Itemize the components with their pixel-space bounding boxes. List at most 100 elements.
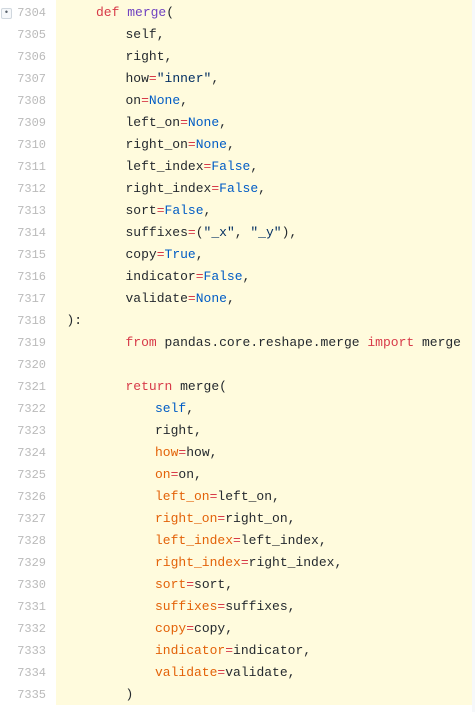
code-line: 7320	[0, 354, 475, 376]
code-text: sort=False,	[126, 200, 212, 222]
line-number[interactable]: 7322	[0, 398, 46, 420]
line-number[interactable]: 7309	[0, 112, 46, 134]
code-token: False	[164, 203, 204, 218]
code-text: self,	[155, 398, 194, 420]
line-number[interactable]: 7316	[0, 266, 46, 288]
code-token: on,	[178, 467, 202, 482]
code-token: ),	[281, 225, 298, 240]
code-token: copy	[155, 621, 187, 636]
line-number[interactable]: 7334	[0, 662, 46, 684]
line-number[interactable]: 7305	[0, 24, 46, 46]
code-token: right_on	[125, 137, 188, 152]
line-number[interactable]: 7320	[0, 354, 46, 376]
code-text: validate=validate,	[155, 662, 295, 684]
code-line: 7328 left_index=left_index,	[0, 530, 475, 552]
code-token: "inner"	[156, 71, 212, 86]
code-token: ,	[226, 291, 235, 306]
code-token: right_index	[155, 555, 241, 570]
code-token: None	[195, 137, 227, 152]
code-line: 7310 right_on=None,	[0, 134, 475, 156]
code-line: 7330 sort=sort,	[0, 574, 475, 596]
code-text: indicator=indicator,	[155, 640, 311, 662]
code-line: 7326 left_on=left_on,	[0, 486, 475, 508]
line-number[interactable]: 7306	[0, 46, 46, 68]
line-number[interactable]: 7312	[0, 178, 46, 200]
line-number[interactable]: 7327	[0, 508, 46, 530]
code-token: validate	[125, 291, 188, 306]
code-text: sort=sort,	[155, 574, 233, 596]
line-number[interactable]: 7335	[0, 684, 46, 706]
code-token: ):	[66, 313, 83, 328]
code-token: ,	[219, 115, 227, 130]
code-token: =	[211, 181, 220, 196]
line-number[interactable]: 7315	[0, 244, 46, 266]
code-token: (	[166, 5, 175, 20]
line-number[interactable]: 7313	[0, 200, 46, 222]
code-text: copy=True,	[126, 244, 204, 266]
code-text: right_on=None,	[126, 134, 235, 156]
code-token: suffixes	[125, 225, 188, 240]
line-number[interactable]: 7321	[0, 376, 46, 398]
line-number[interactable]: 7323	[0, 420, 46, 442]
line-number[interactable]: 7329	[0, 552, 46, 574]
line-number[interactable]: 7332	[0, 618, 46, 640]
code-token: on	[155, 467, 171, 482]
line-number[interactable]: 7307	[0, 68, 46, 90]
code-text: left_index=False,	[126, 156, 259, 178]
code-line: 7332 copy=copy,	[0, 618, 475, 640]
code-token: False	[211, 159, 251, 174]
code-viewer: • 7304 def merge(7305 self, 7306 right, 7307 ho…	[0, 0, 475, 712]
code-token: "_x"	[203, 225, 235, 240]
line-number[interactable]: 7310	[0, 134, 46, 156]
code-token: =	[156, 203, 165, 218]
code-token: left_on,	[217, 489, 280, 504]
code-line: 7325 on=on,	[0, 464, 475, 486]
code-line: 7313 sort=False,	[0, 200, 475, 222]
line-number[interactable]: 7317	[0, 288, 46, 310]
code-line: 7308 on=None,	[0, 90, 475, 112]
code-line: 7318):	[0, 310, 475, 332]
code-token: on	[125, 93, 142, 108]
code-token: =	[156, 247, 165, 262]
code-token: =	[186, 621, 195, 636]
code-token: ,	[226, 137, 235, 152]
line-number[interactable]: 7325	[0, 464, 46, 486]
code-token: def	[96, 5, 120, 20]
line-number[interactable]: 7324	[0, 442, 46, 464]
code-line: 7312 right_index=False,	[0, 178, 475, 200]
code-token: ,	[242, 269, 251, 284]
code-text: right_index=False,	[126, 178, 266, 200]
line-number[interactable]: 7311	[0, 156, 46, 178]
code-text: right_on=right_on,	[155, 508, 295, 530]
code-token: how	[125, 71, 149, 86]
line-number[interactable]: 7319	[0, 332, 46, 354]
code-token: how	[155, 445, 179, 460]
code-token: pandas.core.reshape.merge	[156, 335, 368, 350]
code-token: from	[125, 335, 157, 350]
code-text: suffixes=suffixes,	[155, 596, 295, 618]
code-token: ,	[180, 93, 188, 108]
code-token: merge	[414, 335, 461, 350]
line-number[interactable]: 7314	[0, 222, 46, 244]
line-number[interactable]: 7318	[0, 310, 46, 332]
line-number[interactable]: 7308	[0, 90, 46, 112]
code-text: right,	[155, 420, 202, 442]
line-number[interactable]: 7333	[0, 640, 46, 662]
code-token: True	[164, 247, 196, 262]
code-token: left_on	[155, 489, 210, 504]
code-line: 7319 from pandas.core.reshape.merge impor…	[0, 332, 475, 354]
code-token: ,	[203, 203, 212, 218]
line-number[interactable]: 7304	[0, 2, 46, 24]
line-number[interactable]: 7331	[0, 596, 46, 618]
code-token: return	[125, 379, 173, 394]
line-number[interactable]: 7328	[0, 530, 46, 552]
line-number[interactable]: 7326	[0, 486, 46, 508]
code-token: =	[187, 291, 196, 306]
code-line: 7306 right,	[0, 46, 475, 68]
code-line: 7324 how=how,	[0, 442, 475, 464]
code-token: how,	[186, 445, 218, 460]
line-number[interactable]: 7330	[0, 574, 46, 596]
code-token: None	[148, 93, 181, 108]
code-token: (	[195, 225, 204, 240]
code-token: suffixes	[155, 599, 218, 614]
